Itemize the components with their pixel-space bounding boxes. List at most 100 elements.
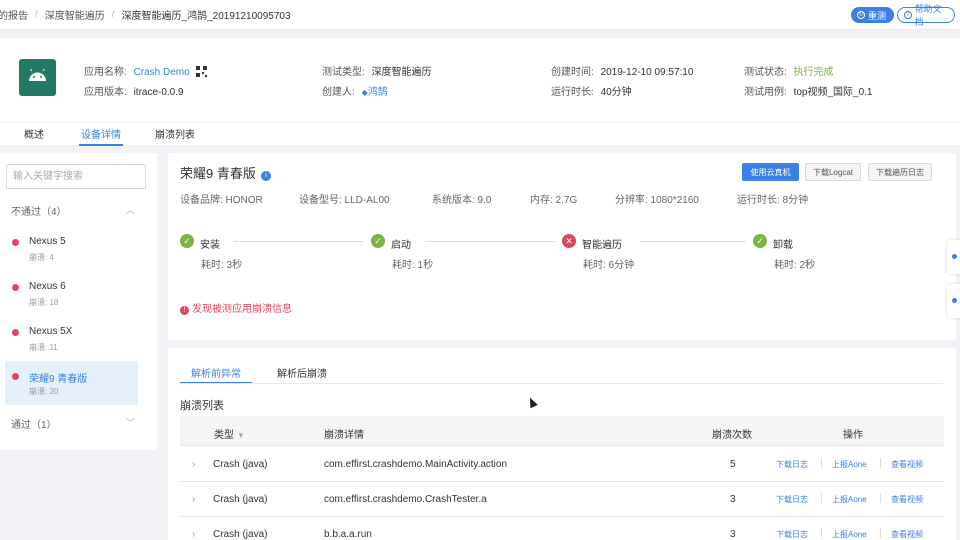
spec-resolution: 分辨率: 1080*2160 <box>615 195 699 206</box>
expand-chevron-icon[interactable]: › <box>192 459 195 470</box>
info-icon[interactable]: i <box>260 171 271 181</box>
report-aone-link[interactable]: 上报Aone <box>832 459 867 470</box>
action-divider <box>821 493 822 503</box>
action-divider <box>880 528 881 538</box>
step-install-time: 耗时: 3秒 <box>201 260 243 271</box>
device-name: Nexus 5 <box>29 236 66 247</box>
tab-underline <box>180 383 943 384</box>
test-case-label: 测试用例: <box>744 87 787 98</box>
header-type: 类型 ▼ <box>214 426 245 441</box>
step-traversal-name: 智能遍历 <box>582 240 622 251</box>
device-item-nexus-5[interactable]: Nexus 5 崩溃: 4 <box>5 227 138 271</box>
report-aone-link[interactable]: 上报Aone <box>832 494 867 505</box>
android-icon <box>29 68 46 81</box>
floating-side-tab[interactable] <box>947 240 960 274</box>
tab-device-details[interactable]: 设备详情 <box>79 126 123 146</box>
device-sidebar: 不通过（4） ︿ Nexus 5 崩溃: 4 Nexus 6 崩溃: 18 Ne… <box>0 153 157 450</box>
header-action: 操作 <box>843 430 863 441</box>
floating-side-tab[interactable] <box>947 284 960 318</box>
download-logcat-button[interactable]: 下载Logcat <box>805 163 861 181</box>
chevron-down-icon: ﹀ <box>125 418 135 428</box>
passed-group-label: 通过（1） <box>11 420 57 431</box>
view-video-link[interactable]: 查看视频 <box>891 459 923 470</box>
crash-type: Crash (java) <box>213 529 268 540</box>
view-video-link[interactable]: 查看视频 <box>891 494 923 505</box>
use-cloud-device-button[interactable]: 使用云真机 <box>742 163 799 181</box>
fail-status-dot <box>12 373 19 380</box>
duration-label: 运行时长: <box>551 87 594 98</box>
crash-table-header: 类型 ▼ 崩溃详情 崩溃次数 操作 <box>180 416 944 446</box>
step-launch-time: 耗时: 1秒 <box>392 260 434 271</box>
crash-found-notice: ! 发现被测应用崩溃信息 <box>180 300 292 315</box>
tab-post-parse-crashes[interactable]: 解析后崩溃 <box>277 365 327 384</box>
breadcrumb-item-reports[interactable]: 我的报告 <box>0 7 28 22</box>
crash-count: 3 <box>730 494 736 505</box>
tab-crash-list[interactable]: 崩溃列表 <box>155 126 195 146</box>
report-aone-link[interactable]: 上报Aone <box>832 529 867 540</box>
test-type-value: 深度智能遍历 <box>371 67 432 78</box>
step-connector <box>425 241 555 242</box>
device-item-honor-9-youth[interactable]: 荣耀9 青春版 崩溃: 20 <box>5 361 138 405</box>
test-type-label: 测试类型: <box>322 67 365 78</box>
crash-found-text: 发现被测应用崩溃信息 <box>192 304 292 315</box>
spec-brand: 设备品牌: HONOR <box>180 195 263 206</box>
expand-chevron-icon[interactable]: › <box>192 494 195 505</box>
device-detail-card: 荣耀9 青春版 i 使用云真机 下载Logcat 下载遍历日志 设备品牌: HON… <box>168 153 956 340</box>
step-launch-name: 启动 <box>391 240 411 251</box>
android-app-icon <box>19 59 56 96</box>
device-item-nexus-6[interactable]: Nexus 6 崩溃: 18 <box>5 272 138 316</box>
crash-list-card: 解析前异常 解析后崩溃 崩溃列表 类型 ▼ 崩溃详情 崩溃次数 操作 › Cras… <box>168 348 956 540</box>
download-log-link[interactable]: 下载日志 <box>776 459 808 470</box>
download-traversal-log-button[interactable]: 下载遍历日志 <box>868 163 932 181</box>
top-bar: 我的报告 / 深度智能遍历 / 深度智能遍历_鸿鹄_20191210095703… <box>0 0 960 30</box>
retest-button[interactable]: ↻ 重测 <box>851 7 894 23</box>
failed-group-header[interactable]: 不通过（4） ︿ <box>11 203 135 218</box>
step-connector <box>234 241 364 242</box>
action-divider <box>880 458 881 468</box>
breadcrumb-item-current: 深度智能遍历_鸿鹄_20191210095703 <box>121 11 291 22</box>
device-crash-count: 崩溃: 20 <box>29 387 59 396</box>
view-video-link[interactable]: 查看视频 <box>891 529 923 540</box>
download-log-link[interactable]: 下载日志 <box>776 494 808 505</box>
app-info-card: 应用名称: Crash Demo 应用版本: itrace-0.0.9 测试类型… <box>0 38 960 146</box>
creator-link[interactable]: ◆鸿鹄 <box>362 87 388 98</box>
action-divider <box>880 493 881 503</box>
download-log-link[interactable]: 下载日志 <box>776 529 808 540</box>
action-divider <box>821 458 822 468</box>
device-crash-count: 崩溃: 11 <box>29 343 58 352</box>
creator-row: 创建人: ◆鸿鹄 <box>322 83 388 98</box>
refresh-icon: ↻ <box>857 11 865 19</box>
app-version-value: itrace-0.0.9 <box>133 87 184 98</box>
fail-status-dot <box>12 329 19 336</box>
tab-overview[interactable]: 概述 <box>24 126 44 146</box>
table-row: › Crash (java) com.effirst.crashdemo.Cra… <box>180 482 944 517</box>
created-row: 创建时间: 2019-12-10 09:57:10 <box>551 63 693 78</box>
tab-pre-parse-exceptions[interactable]: 解析前异常 <box>180 365 252 384</box>
device-search-input[interactable] <box>6 164 146 189</box>
device-item-nexus-5x[interactable]: Nexus 5X 崩溃: 11 <box>5 317 138 361</box>
spec-runtime: 运行时长: 8分钟 <box>737 195 809 206</box>
step-connector <box>640 241 746 242</box>
chevron-up-icon: ︿ <box>125 205 135 215</box>
header-type-label: 类型 <box>214 430 234 441</box>
created-value: 2019-12-10 09:57:10 <box>600 67 694 78</box>
fail-status-dot <box>12 284 19 291</box>
passed-group-header[interactable]: 通过（1） ﹀ <box>11 416 135 431</box>
side-tab-icon <box>952 254 957 259</box>
crash-list-title: 崩溃列表 <box>180 400 224 412</box>
step-install-name: 安装 <box>200 240 220 251</box>
breadcrumb-item-test-type[interactable]: 深度智能遍历 <box>45 7 105 22</box>
spec-model: 设备型号: LLD-AL00 <box>299 195 390 206</box>
duration-value: 40分钟 <box>600 87 632 98</box>
app-version-row: 应用版本: itrace-0.0.9 <box>84 83 184 98</box>
qr-code-icon[interactable] <box>196 66 208 77</box>
expand-chevron-icon[interactable]: › <box>192 529 195 540</box>
crash-detail: com.effirst.crashdemo.CrashTester.a <box>324 494 487 505</box>
step-uninstall-name: 卸载 <box>773 240 793 251</box>
help-docs-button[interactable]: ? 帮助文档 <box>897 4 955 27</box>
step-uninstall-time: 耗时: 2秒 <box>774 260 816 271</box>
filter-icon[interactable]: ▼ <box>237 431 245 440</box>
app-name-link[interactable]: Crash Demo <box>134 67 190 78</box>
test-case-value: top视频_国际_0.1 <box>793 87 873 98</box>
creator-label: 创建人: <box>322 87 355 98</box>
